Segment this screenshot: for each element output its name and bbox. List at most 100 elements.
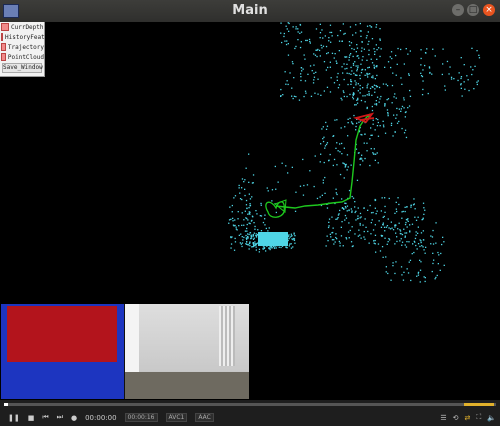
point: [374, 78, 376, 80]
point: [357, 83, 359, 85]
point: [304, 80, 307, 82]
point: [342, 23, 344, 25]
fullscreen-icon[interactable]: ⛶: [476, 413, 481, 422]
minimize-icon[interactable]: –: [452, 4, 464, 16]
point: [434, 55, 436, 57]
point: [278, 246, 280, 248]
point: [262, 221, 265, 224]
checkbox-icon[interactable]: [1, 33, 3, 41]
point: [384, 105, 386, 107]
point: [371, 219, 373, 221]
point: [342, 72, 344, 74]
volume-icon[interactable]: 🔈: [487, 414, 496, 422]
point: [291, 61, 294, 63]
point: [341, 153, 343, 155]
point: [366, 87, 368, 89]
point: [403, 132, 406, 134]
point: [394, 226, 396, 228]
point: [247, 233, 249, 235]
point: [351, 195, 353, 198]
point: [382, 224, 384, 226]
point: [424, 209, 426, 211]
point: [379, 38, 381, 40]
point: [285, 83, 287, 85]
point: [246, 230, 248, 232]
point: [426, 48, 428, 50]
close-icon[interactable]: ×: [483, 4, 495, 16]
shuffle-icon[interactable]: ⇄: [465, 414, 471, 422]
point: [349, 54, 351, 56]
point: [341, 40, 343, 42]
point: [323, 161, 325, 164]
point: [422, 239, 425, 241]
point: [423, 249, 425, 251]
point: [283, 32, 285, 35]
point: [363, 48, 365, 50]
stop-icon[interactable]: ■: [28, 414, 35, 422]
record-icon[interactable]: ●: [71, 414, 77, 422]
point: [379, 39, 381, 41]
checkbox-historyfeat[interactable]: HistoryFeat: [0, 32, 45, 42]
point: [395, 97, 397, 99]
point: [231, 204, 233, 207]
point: [322, 140, 325, 143]
point: [449, 66, 451, 68]
point: [271, 247, 273, 249]
point: [356, 179, 359, 181]
point: [360, 63, 362, 65]
point: [268, 227, 270, 229]
point: [410, 206, 412, 208]
point: [280, 22, 282, 24]
point-cloud: [228, 22, 481, 283]
point: [397, 197, 399, 199]
maximize-icon[interactable]: □: [467, 4, 479, 16]
volume-slider[interactable]: [464, 403, 494, 406]
point: [275, 247, 277, 249]
loop-icon[interactable]: ⟲: [453, 414, 459, 422]
checkbox-icon[interactable]: [1, 23, 9, 31]
point: [291, 87, 293, 89]
point: [300, 41, 302, 43]
point: [440, 252, 442, 255]
pause-icon[interactable]: ❚❚: [8, 414, 20, 422]
point: [338, 50, 340, 52]
save-window-button[interactable]: Save_Window: [2, 63, 43, 73]
next-icon[interactable]: ⏭: [57, 413, 63, 422]
checkbox-pointcloud[interactable]: PointCloud: [0, 52, 44, 62]
prev-icon[interactable]: ⏮: [42, 413, 48, 422]
point: [382, 124, 385, 126]
seek-bar[interactable]: [4, 403, 496, 406]
point: [271, 189, 274, 191]
point: [331, 52, 334, 54]
point: [404, 129, 407, 131]
checkbox-icon[interactable]: [1, 53, 6, 61]
point: [374, 88, 376, 90]
point: [270, 245, 273, 248]
point: [421, 75, 424, 78]
checkbox-currdepth[interactable]: CurrDepth: [0, 22, 44, 32]
point: [400, 266, 403, 268]
point: [255, 233, 257, 235]
point: [333, 243, 335, 245]
point: [228, 222, 230, 224]
point: [344, 126, 346, 128]
point: [333, 158, 336, 161]
point: [300, 31, 303, 33]
point: [309, 170, 311, 172]
point: [350, 208, 352, 210]
point: [339, 143, 341, 145]
point: [444, 89, 446, 91]
point: [441, 243, 443, 246]
point: [460, 57, 462, 59]
point: [363, 230, 365, 233]
point: [380, 234, 382, 237]
point: [419, 259, 421, 261]
point: [373, 148, 375, 150]
playlist-icon[interactable]: ☰: [440, 414, 446, 422]
checkbox-trajectory[interactable]: Trajectory: [0, 42, 44, 52]
point: [366, 25, 369, 27]
point: [385, 83, 387, 85]
point: [319, 196, 321, 198]
point: [351, 211, 353, 213]
checkbox-icon[interactable]: [1, 43, 6, 51]
